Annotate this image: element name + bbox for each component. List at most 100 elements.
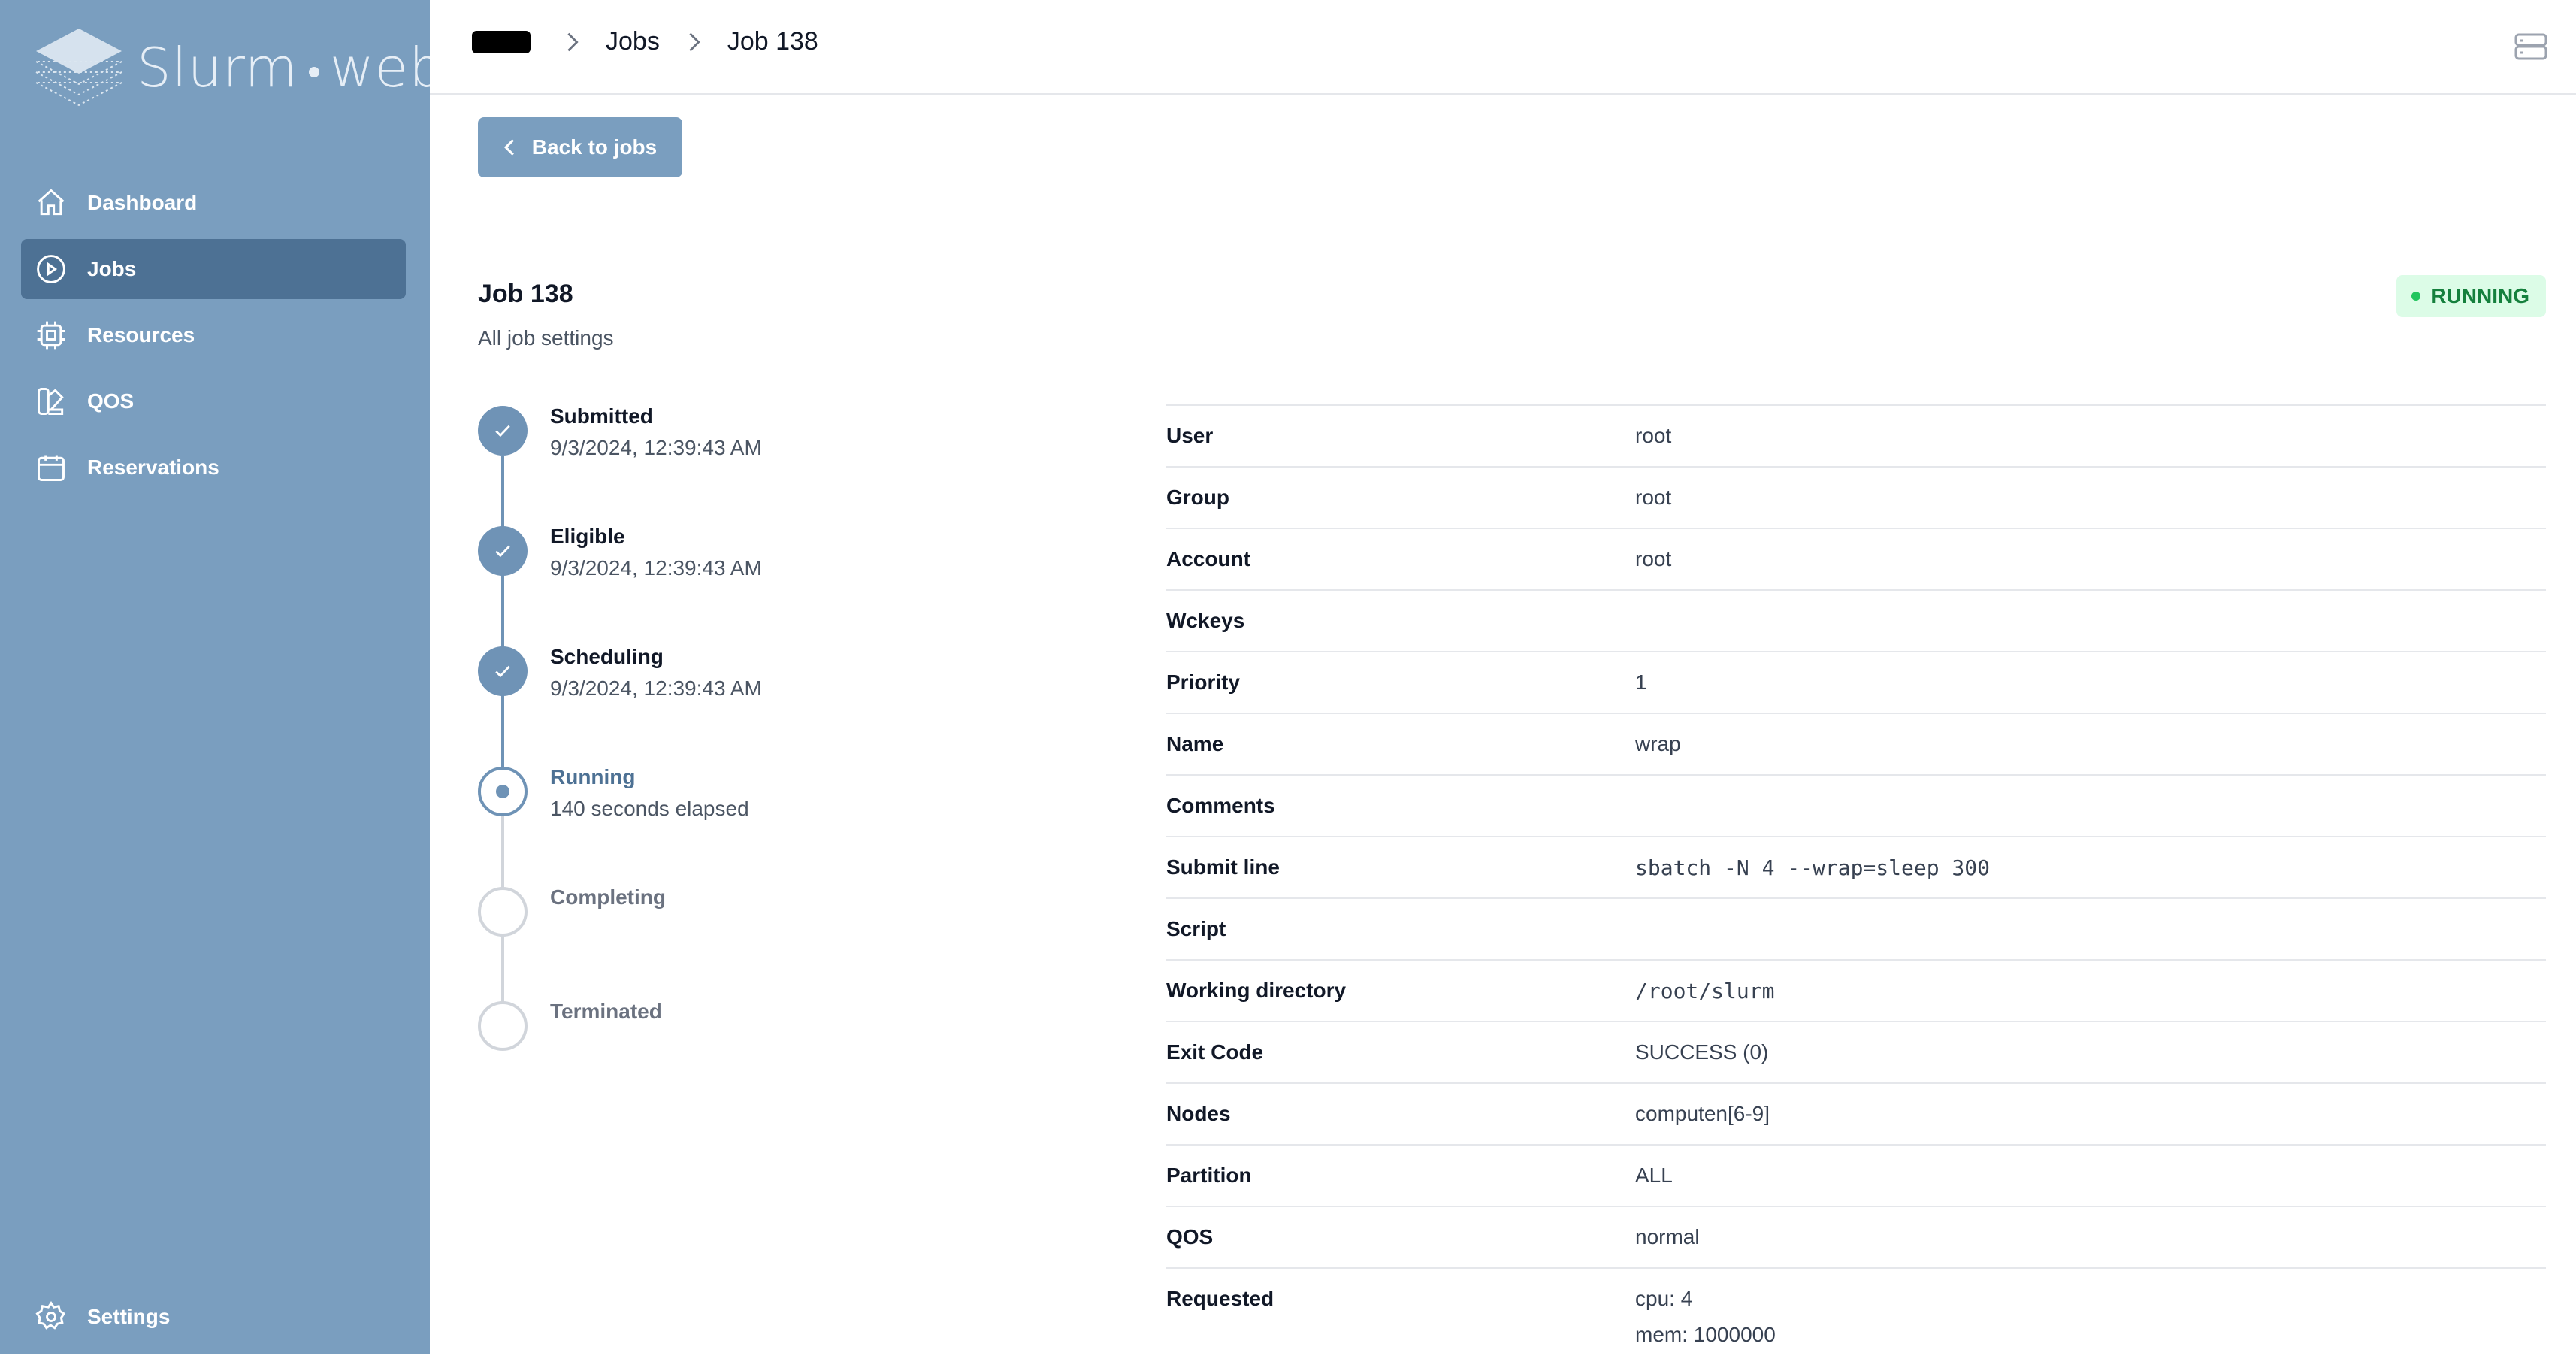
slurm-logo-icon [35, 29, 122, 107]
pending-step-icon [478, 1001, 528, 1051]
detail-value: 1 [1635, 670, 1647, 694]
top-bar: Jobs Job 138 [430, 0, 2576, 95]
detail-value: SUCCESS (0) [1635, 1040, 1769, 1064]
sidebar-nav: Dashboard Jobs Resources QOS Reservation… [21, 173, 406, 504]
detail-row-submit-line: Submit line sbatch -N 4 --wrap=sleep 300 [1166, 836, 2546, 897]
detail-row-working-directory: Working directory /root/slurm [1166, 959, 2546, 1021]
timeline-step-time: 9/3/2024, 12:39:43 AM [550, 436, 762, 459]
detail-key: Wckeys [1166, 609, 1245, 632]
sidebar-item-qos[interactable]: QOS [21, 371, 406, 431]
timeline-step-time: 9/3/2024, 12:39:43 AM [550, 676, 762, 700]
detail-key: Nodes [1166, 1102, 1231, 1125]
detail-value: sbatch -N 4 --wrap=sleep 300 [1635, 855, 1991, 880]
job-timeline: Submitted 9/3/2024, 12:39:43 AM Eligible… [478, 404, 1079, 1052]
detail-value: wrap [1635, 732, 1681, 755]
sidebar-item-label: Reservations [87, 456, 219, 479]
detail-row-nodes: Nodes computen[6-9] [1166, 1082, 2546, 1144]
home-icon [35, 186, 68, 219]
play-circle-icon [35, 253, 68, 286]
app-logo[interactable]: Slurm web [30, 23, 443, 120]
detail-key: Account [1166, 547, 1250, 571]
timeline-step-time: 9/3/2024, 12:39:43 AM [550, 556, 762, 580]
calendar-icon [35, 451, 68, 484]
sidebar-item-dashboard[interactable]: Dashboard [21, 173, 406, 233]
sidebar-item-reservations[interactable]: Reservations [21, 437, 406, 498]
timeline-step-scheduling: Scheduling 9/3/2024, 12:39:43 AM [478, 645, 1079, 737]
detail-value: root [1635, 547, 1672, 571]
timeline-step-elapsed: 140 seconds elapsed [550, 797, 749, 820]
back-to-jobs-button[interactable]: Back to jobs [478, 117, 682, 177]
chevron-left-icon [503, 138, 516, 157]
detail-row-script: Script [1166, 897, 2546, 959]
detail-row-group: Group root [1166, 466, 2546, 528]
detail-value: /root/slurm [1635, 979, 1775, 1003]
detail-key: Name [1166, 732, 1224, 755]
check-icon [478, 646, 528, 696]
timeline-step-completing: Completing [478, 885, 1079, 977]
status-dot-icon [2411, 292, 2421, 301]
page-title: Job 138 [478, 280, 573, 308]
detail-key: User [1166, 424, 1214, 447]
timeline-step-submitted: Submitted 9/3/2024, 12:39:43 AM [478, 404, 1079, 496]
detail-key: Script [1166, 917, 1226, 940]
detail-row-wckeys: Wckeys [1166, 589, 2546, 651]
detail-key: Comments [1166, 794, 1275, 817]
chevron-right-icon [687, 31, 702, 53]
detail-row-account: Account root [1166, 528, 2546, 589]
cluster-database-icon[interactable] [2513, 30, 2549, 63]
pending-step-icon [478, 887, 528, 937]
detail-value: ALL [1635, 1164, 1673, 1187]
detail-key: QOS [1166, 1225, 1214, 1249]
detail-key: Exit Code [1166, 1040, 1264, 1064]
page-subtitle: All job settings [478, 326, 614, 350]
detail-value: normal [1635, 1225, 1700, 1249]
gear-icon [35, 1300, 68, 1333]
sidebar-item-label: Dashboard [87, 191, 198, 214]
detail-value-secondary: mem: 1000000 [1635, 1323, 1776, 1346]
sidebar-item-jobs[interactable]: Jobs [21, 239, 406, 299]
detail-key: Requested [1166, 1287, 1274, 1310]
sidebar-item-settings[interactable]: Settings [35, 1300, 170, 1333]
check-icon [478, 406, 528, 456]
timeline-step-running: Running 140 seconds elapsed [478, 765, 1079, 857]
chevron-right-icon [565, 31, 580, 53]
app-name: Slurm web [137, 36, 444, 99]
sidebar-item-label: Jobs [87, 257, 137, 280]
timeline-line-done [501, 456, 504, 816]
sidebar-item-label: QOS [87, 389, 135, 413]
detail-key: Submit line [1166, 855, 1280, 879]
breadcrumb-jobs[interactable]: Jobs [606, 27, 660, 56]
job-details-list: User root Group root Account root Wckeys… [1166, 404, 2546, 1359]
breadcrumb-root-redacted[interactable] [472, 30, 531, 53]
sidebar: Slurm web Dashboard Jobs Resources QOS R… [0, 0, 443, 1354]
timeline-step-label: Completing [550, 885, 666, 909]
swatch-icon [35, 385, 68, 418]
detail-row-comments: Comments [1166, 774, 2546, 836]
detail-value: root [1635, 424, 1672, 447]
detail-row-exit-code: Exit Code SUCCESS (0) [1166, 1021, 2546, 1082]
timeline-step-label: Terminated [550, 1000, 662, 1023]
detail-row-partition: Partition ALL [1166, 1144, 2546, 1206]
status-badge: RUNNING [2396, 275, 2546, 317]
breadcrumb: Jobs Job 138 [472, 27, 818, 56]
detail-row-name: Name wrap [1166, 713, 2546, 774]
timeline-step-eligible: Eligible 9/3/2024, 12:39:43 AM [478, 525, 1079, 616]
detail-row-qos: QOS normal [1166, 1206, 2546, 1267]
timeline-step-label: Scheduling [550, 645, 664, 668]
detail-value: cpu: 4 [1635, 1287, 1693, 1310]
status-label: RUNNING [2431, 284, 2529, 307]
detail-value: computen[6-9] [1635, 1102, 1770, 1125]
detail-key: Group [1166, 486, 1229, 509]
detail-row-user: User root [1166, 404, 2546, 466]
back-to-jobs-label: Back to jobs [531, 135, 658, 159]
check-icon [478, 526, 528, 576]
breadcrumb-current: Job 138 [727, 27, 818, 56]
settings-label: Settings [87, 1305, 171, 1328]
sidebar-item-resources[interactable]: Resources [21, 305, 406, 365]
cpu-chip-icon [35, 319, 68, 352]
current-step-icon [478, 767, 528, 816]
detail-row-requested: Requested cpu: 4 mem: 1000000 [1166, 1267, 2546, 1359]
timeline-step-label: Eligible [550, 525, 625, 548]
detail-key: Partition [1166, 1164, 1252, 1187]
timeline-step-label: Running [550, 765, 636, 788]
